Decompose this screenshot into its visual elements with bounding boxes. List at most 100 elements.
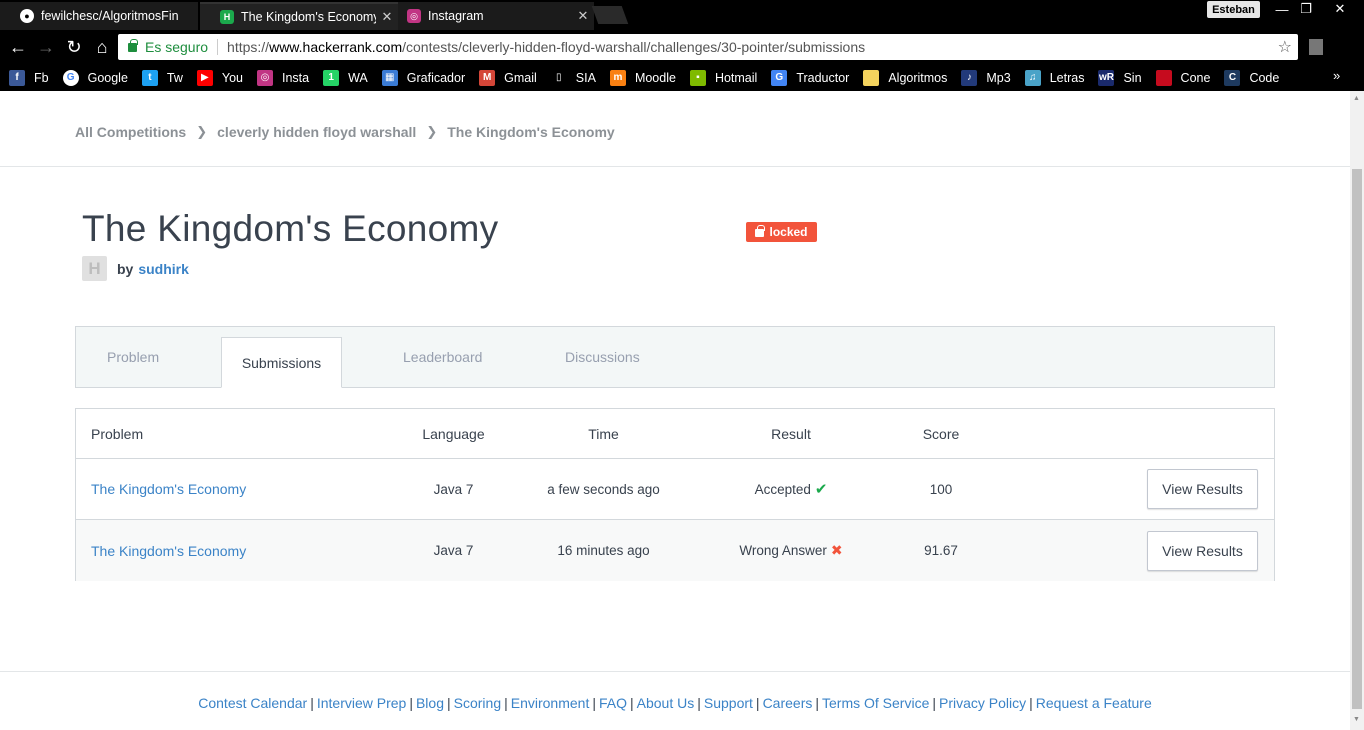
header-result: Result	[771, 425, 811, 442]
tab-title: The Kingdom's Economy	[241, 10, 376, 24]
scroll-down-icon[interactable]: ▼	[1353, 716, 1360, 723]
breadcrumb-all-competitions[interactable]: All Competitions	[75, 124, 186, 140]
bookmark-label: WA	[348, 70, 368, 85]
language-cell: Java 7	[433, 481, 474, 497]
chevron-right-icon: ❯	[196, 124, 208, 139]
browser-tab-instagram[interactable]: ◎ Instagram ✕	[398, 2, 594, 30]
address-bar[interactable]: Es seguro https://www.hackerrank.com/con…	[118, 34, 1298, 60]
footer-link[interactable]: Privacy Policy	[939, 695, 1026, 711]
breadcrumb-contest[interactable]: cleverly hidden floyd warshall	[217, 124, 416, 140]
bookmark-label: Insta	[281, 70, 310, 85]
close-icon[interactable]: ✕	[376, 9, 398, 25]
reload-icon[interactable]: ↻	[63, 36, 85, 58]
tab-problem[interactable]: Problem	[107, 327, 159, 387]
bookmark-fb[interactable]: f Fb	[9, 69, 49, 86]
scroll-up-icon[interactable]: ▲	[1353, 95, 1360, 102]
close-window-icon[interactable]: ✕	[1326, 0, 1354, 18]
table-header: Problem Language Time Result Score	[76, 409, 1274, 459]
bookmark-code[interactable]: C Code	[1224, 69, 1280, 86]
bookmark-label: Graficador	[406, 70, 466, 85]
footer-separator: |	[697, 695, 701, 711]
bookmark-label: Code	[1249, 70, 1280, 85]
problem-link[interactable]: The Kingdom's Economy	[91, 481, 246, 497]
scrollbar[interactable]: ▲ ▼	[1350, 91, 1364, 730]
bookmark-insta[interactable]: ◎ Insta	[256, 69, 310, 86]
bookmark-sia[interactable]: ▯ SIA	[550, 69, 596, 86]
more-bookmarks-icon[interactable]: »	[1333, 68, 1340, 83]
bookmark-cone[interactable]: Cone	[1155, 69, 1210, 86]
result-cell: Wrong Answer ✖	[716, 520, 866, 581]
bookmark-traductor[interactable]: G Traductor	[771, 69, 849, 86]
bookmark-star-icon[interactable]: ☆	[1278, 37, 1292, 57]
bookmark-hotmail[interactable]: ▪ Hotmail	[689, 69, 758, 86]
restore-icon[interactable]: ❐	[1292, 0, 1320, 18]
footer-link[interactable]: About Us	[637, 695, 695, 711]
footer-separator: |	[630, 695, 634, 711]
bookmark-google[interactable]: G Google	[62, 69, 128, 86]
time-cell: a few seconds ago	[547, 481, 660, 497]
pdf-extension-icon[interactable]	[1309, 39, 1323, 55]
url-text: https://www.hackerrank.com/contests/clev…	[227, 39, 866, 55]
problem-link[interactable]: The Kingdom's Economy	[91, 543, 246, 559]
back-icon[interactable]: ←	[7, 36, 29, 58]
cross-icon: ✖	[830, 542, 843, 558]
footer-link[interactable]: Interview Prep	[317, 695, 406, 711]
bookmark-algoritmos[interactable]: Algoritmos	[863, 69, 947, 86]
footer-separator: |	[504, 695, 508, 711]
browser-tab-hackerrank[interactable]: H The Kingdom's Economy ✕	[200, 2, 398, 30]
wordreference-icon: wR	[1098, 69, 1115, 86]
divider	[0, 166, 1350, 167]
locked-badge: locked	[746, 222, 817, 242]
browser-tab-github[interactable]: ● fewilchesc/AlgoritmosFin	[0, 2, 198, 30]
profile-button[interactable]: Esteban	[1207, 1, 1260, 18]
bookmarks-bar: f Fb G Google t Tw ▶ You ◎ Insta 1 WA ▦ Graficador M Gm…	[0, 64, 1364, 91]
bookmark-graficador[interactable]: ▦ Graficador	[381, 69, 466, 86]
scroll-thumb[interactable]	[1352, 169, 1362, 709]
bookmark-you[interactable]: ▶ You	[196, 69, 243, 86]
footer-separator: |	[592, 695, 596, 711]
table-row: The Kingdom's Economy Java 7 16 minutes …	[76, 520, 1274, 581]
footer-link[interactable]: Support	[704, 695, 753, 711]
bookmark-label: Gmail	[504, 70, 537, 85]
forward-icon[interactable]: →	[35, 36, 57, 58]
bookmark-wa[interactable]: 1 WA	[323, 69, 368, 86]
bookmark-tw[interactable]: t Tw	[141, 69, 183, 86]
bookmark-moodle[interactable]: m Moodle	[609, 69, 676, 86]
header-score: Score	[922, 425, 960, 442]
bookmark-label: Hotmail	[714, 70, 758, 85]
view-results-button[interactable]: View Results	[1147, 469, 1258, 509]
bookmark-sin[interactable]: wR Sin	[1098, 69, 1142, 86]
bookmark-mp3[interactable]: ♪ Mp3	[961, 69, 1011, 86]
author-link[interactable]: sudhirk	[138, 261, 189, 277]
footer-link[interactable]: Careers	[763, 695, 813, 711]
footer-link[interactable]: Blog	[416, 695, 444, 711]
youtube-icon: ▶	[196, 69, 213, 86]
footer-link[interactable]: Environment	[511, 695, 590, 711]
footer-link[interactable]: FAQ	[599, 695, 627, 711]
bookmark-gmail[interactable]: M Gmail	[479, 69, 537, 86]
bookmark-label: Moodle	[634, 70, 676, 85]
tab-leaderboard[interactable]: Leaderboard	[403, 327, 482, 387]
footer-separator: |	[409, 695, 413, 711]
breadcrumb-challenge[interactable]: The Kingdom's Economy	[447, 124, 614, 140]
tab-title: fewilchesc/AlgoritmosFin	[41, 9, 179, 23]
badge-label: locked	[769, 225, 808, 239]
view-results-button[interactable]: View Results	[1147, 530, 1258, 571]
twitter-icon: t	[141, 69, 158, 86]
footer: Contest Calendar | Interview Prep | Blog | Sco…	[0, 671, 1350, 730]
bookmark-letras[interactable]: ♫ Letras	[1024, 69, 1084, 86]
footer-link[interactable]: Scoring	[454, 695, 501, 711]
gmail-icon: M	[479, 69, 496, 86]
footer-link[interactable]: Contest Calendar	[198, 695, 307, 711]
tab-discussions[interactable]: Discussions	[565, 327, 640, 387]
tab-submissions[interactable]: Submissions	[221, 337, 342, 388]
bookmark-label: Google	[87, 70, 128, 85]
new-tab-button[interactable]	[591, 6, 629, 24]
footer-link[interactable]: Request a Feature	[1036, 695, 1152, 711]
home-icon[interactable]: ⌂	[91, 36, 113, 58]
instagram-icon: ◎	[256, 69, 273, 86]
lock-icon	[128, 38, 138, 52]
code-icon: C	[1224, 69, 1241, 86]
footer-link[interactable]: Terms Of Service	[822, 695, 929, 711]
close-icon[interactable]: ✕	[572, 8, 594, 24]
